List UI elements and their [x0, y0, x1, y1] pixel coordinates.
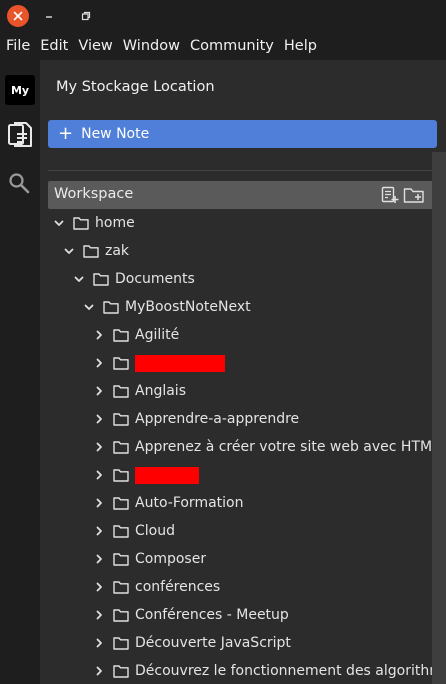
- folder-icon: [113, 553, 129, 566]
- tree-item-label: Anglais: [135, 383, 186, 399]
- menu-file[interactable]: File: [0, 38, 35, 54]
- storage-title: My Stockage Location: [56, 79, 215, 95]
- minimize-window-button[interactable]: [38, 5, 60, 27]
- folder-icon: [113, 609, 129, 622]
- tree-item-label: Auto-Formation: [135, 495, 244, 511]
- tree-item-label: MyBoostNoteNext: [125, 299, 251, 315]
- redacted-label: [135, 354, 225, 372]
- notes-icon[interactable]: [6, 121, 34, 149]
- storage-avatar[interactable]: My: [5, 75, 35, 105]
- tree-item[interactable]: Découverte JavaScript: [40, 629, 432, 657]
- folder-icon: [113, 665, 129, 678]
- tree-item[interactable]: Composer: [40, 545, 432, 573]
- folder-icon: [113, 357, 129, 370]
- chevron-down-icon[interactable]: [83, 301, 95, 313]
- folder-icon: [83, 245, 99, 258]
- tree-item-label: Apprenez à créer votre site web avec HTM…: [135, 439, 432, 455]
- menu-window[interactable]: Window: [118, 38, 185, 54]
- navigator-sidebar: My Stockage Location + New Note Workspac…: [40, 60, 446, 684]
- minimize-icon: [46, 16, 52, 18]
- tree-item-label: Découvrez le fonctionnement des algorith…: [135, 663, 432, 679]
- folder-icon: [113, 637, 129, 650]
- tree-item-label: Conférences - Meetup: [135, 607, 289, 623]
- new-document-icon[interactable]: [381, 186, 399, 204]
- folder-icon: [113, 469, 129, 482]
- menu-bar: File Edit View Window Community Help: [0, 32, 446, 60]
- restore-icon: [81, 11, 91, 21]
- chevron-right-icon[interactable]: [93, 665, 105, 677]
- redacted-label: [135, 466, 199, 484]
- tree-item[interactable]: Apprenez à créer votre site web avec HTM…: [40, 433, 432, 461]
- tree-item[interactable]: [40, 461, 432, 489]
- scrollbar[interactable]: [432, 152, 446, 684]
- chevron-down-icon[interactable]: [63, 245, 75, 257]
- folder-icon: [93, 273, 109, 286]
- tree-item[interactable]: Agilité: [40, 321, 432, 349]
- tree-item[interactable]: Documents: [40, 265, 432, 293]
- plus-icon: +: [58, 123, 74, 144]
- tree-item-label: Composer: [135, 551, 207, 567]
- tree-item[interactable]: Découvrez le fonctionnement des algorith…: [40, 657, 432, 684]
- tree-item[interactable]: home: [40, 209, 432, 237]
- tree-item-label: Apprendre-a-apprendre: [135, 411, 300, 427]
- menu-view[interactable]: View: [73, 38, 117, 54]
- tree-item-label: home: [95, 215, 135, 231]
- chevron-right-icon[interactable]: [93, 441, 105, 453]
- folder-icon: [113, 385, 129, 398]
- close-icon: [13, 11, 23, 21]
- tree-item-label: conférences: [135, 579, 221, 595]
- close-window-button[interactable]: [7, 5, 29, 27]
- chevron-down-icon[interactable]: [73, 273, 85, 285]
- tree-item[interactable]: Apprendre-a-apprendre: [40, 405, 432, 433]
- chevron-right-icon[interactable]: [93, 469, 105, 481]
- new-note-button[interactable]: + New Note: [48, 120, 437, 148]
- chevron-right-icon[interactable]: [93, 385, 105, 397]
- chevron-down-icon[interactable]: [53, 217, 65, 229]
- tree-item-label: zak: [105, 243, 130, 259]
- new-folder-icon[interactable]: [403, 186, 425, 204]
- menu-help[interactable]: Help: [279, 38, 322, 54]
- folder-icon: [103, 301, 119, 314]
- chevron-right-icon[interactable]: [93, 357, 105, 369]
- workspace-header[interactable]: Workspace: [48, 181, 437, 209]
- new-note-label: New Note: [81, 126, 150, 142]
- activity-bar: My: [0, 60, 40, 684]
- tree-item-label: Agilité: [135, 327, 180, 343]
- folder-icon: [113, 525, 129, 538]
- chevron-right-icon[interactable]: [93, 413, 105, 425]
- chevron-right-icon[interactable]: [93, 525, 105, 537]
- menu-edit[interactable]: Edit: [35, 38, 73, 54]
- folder-icon: [113, 497, 129, 510]
- folder-icon: [113, 581, 129, 594]
- tree-item[interactable]: Cloud: [40, 517, 432, 545]
- tree-item-label: Documents: [115, 271, 195, 287]
- tree-item-label: Cloud: [135, 523, 175, 539]
- folder-icon: [73, 217, 89, 230]
- tree-item[interactable]: conférences: [40, 573, 432, 601]
- window-titlebar: [0, 0, 446, 32]
- maximize-window-button[interactable]: [75, 5, 97, 27]
- search-icon[interactable]: [8, 172, 30, 194]
- folder-icon: [113, 413, 129, 426]
- tree-item[interactable]: [40, 349, 432, 377]
- chevron-right-icon[interactable]: [93, 581, 105, 593]
- tree-item[interactable]: Conférences - Meetup: [40, 601, 432, 629]
- folder-icon: [113, 329, 129, 342]
- tree-item-label: Découverte JavaScript: [135, 635, 291, 651]
- tree-item[interactable]: zak: [40, 237, 432, 265]
- workspace-label: Workspace: [54, 186, 134, 202]
- chevron-right-icon[interactable]: [93, 553, 105, 565]
- chevron-right-icon[interactable]: [93, 637, 105, 649]
- menu-community[interactable]: Community: [185, 38, 279, 54]
- chevron-right-icon[interactable]: [93, 497, 105, 509]
- tree-item[interactable]: Auto-Formation: [40, 489, 432, 517]
- tree-item[interactable]: Anglais: [40, 377, 432, 405]
- tree-item[interactable]: MyBoostNoteNext: [40, 293, 432, 321]
- divider: [48, 170, 437, 171]
- folder-icon: [113, 441, 129, 454]
- folder-tree: home zak Documents MyBoostNoteNext Agilité An…: [40, 209, 432, 684]
- chevron-right-icon[interactable]: [93, 609, 105, 621]
- chevron-right-icon[interactable]: [93, 329, 105, 341]
